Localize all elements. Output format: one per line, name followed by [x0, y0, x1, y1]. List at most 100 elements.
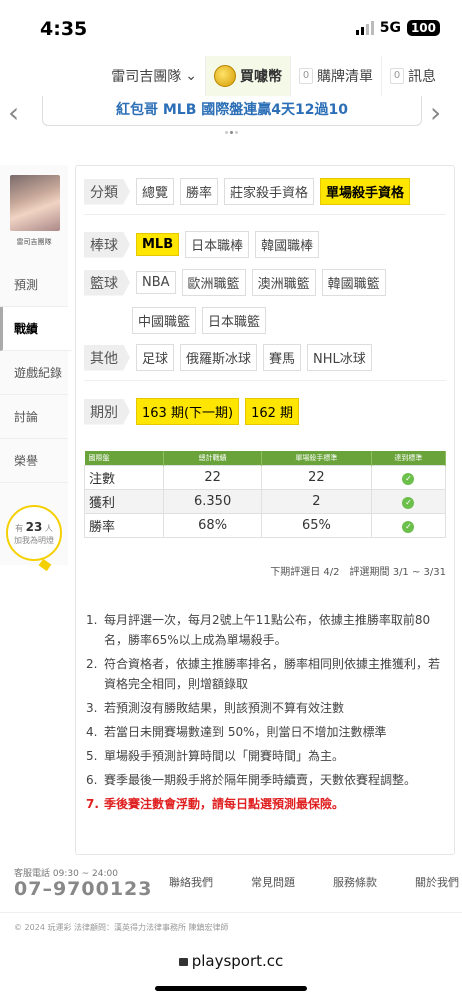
chevron-right-icon[interactable]: › — [430, 98, 450, 128]
filter-other: 其他 足球 俄羅斯冰球 賽馬 NHL冰球 — [84, 344, 372, 371]
home-indicator[interactable] — [155, 986, 307, 991]
list-item: 1. 每月評選一次，每月2號上午11點公布，依據主推勝率取前80名，勝率65%以上… — [86, 610, 448, 650]
sidebar-item-discussion[interactable]: 討論 — [0, 395, 68, 439]
sidebar-username: 雷司吉團隊 — [16, 238, 52, 246]
cart-count: 0 — [299, 68, 313, 84]
contact-link[interactable]: 聯絡我們 — [150, 874, 232, 890]
footer: 客服電話 09:30 ~ 24:00 07–9700123 聯絡我們 常見問題 … — [0, 862, 462, 912]
league-nba[interactable]: NBA — [136, 271, 176, 294]
col-header: 國際盤 — [84, 451, 165, 465]
about-link[interactable]: 關於我們 — [396, 874, 462, 890]
stats-table: 國際盤 總計戰績 單場殺手標準 達到標準 注數 22 22 ✓ 獲利 6.350… — [83, 451, 447, 538]
period-current[interactable]: 162 期 — [245, 398, 300, 425]
buy-coin-label: 買噱幣 — [240, 69, 282, 85]
rule-text: 若當日未開賽場數達到 50%，則當日不增加注數標準 — [104, 725, 387, 739]
col-header: 單場殺手標準 — [261, 451, 372, 465]
row-met: ✓ — [370, 512, 447, 538]
phone-number[interactable]: 07–9700123 — [14, 878, 152, 900]
carousel-dots — [225, 131, 238, 134]
banner-text[interactable]: 紅包哥 MLB 國際盤連贏4天12過10 — [42, 96, 422, 126]
url-text: playsport.cc — [191, 952, 284, 970]
team-label: 雷司吉團隊 — [111, 69, 182, 85]
signal-icon — [355, 21, 374, 35]
league-soccer[interactable]: 足球 — [136, 344, 175, 371]
list-item: 5. 單場殺手預測計算時間以「開賽時間」為主。 — [86, 746, 448, 766]
filter-basketball-2: 中國職籃 日本職籃 — [132, 307, 267, 334]
filter-label: 棒球 — [84, 231, 130, 258]
league-kor-basketball[interactable]: 韓國職籃 — [321, 269, 386, 296]
tab-winrate[interactable]: 勝率 — [180, 178, 219, 205]
league-aus-basketball[interactable]: 澳洲職籃 — [251, 269, 316, 296]
filter-label: 期別 — [84, 398, 130, 425]
filter-label: 其他 — [84, 344, 130, 371]
url-bar[interactable]: playsport.cc — [0, 952, 462, 970]
tab-single-killer[interactable]: 單場殺手資格 — [320, 178, 411, 205]
battery-icon: 100 — [406, 20, 440, 36]
league-npb[interactable]: 日本職棒 — [185, 231, 250, 258]
buy-coin-button[interactable]: 買噱幣 — [206, 56, 291, 96]
cart-label: 購牌清單 — [317, 69, 373, 85]
faq-link[interactable]: 常見問題 — [232, 874, 314, 890]
rule-text: 每月評選一次，每月2號上午11點公布，依據主推勝率取前80名，勝率65%以上成為… — [104, 613, 431, 647]
rule-text: 季後賽注數會浮動，請每日點選預測最保險。 — [104, 797, 345, 811]
filter-label: 籃球 — [84, 269, 130, 296]
tab-overview[interactable]: 總覽 — [136, 178, 175, 205]
row-name: 勝率 — [83, 512, 165, 538]
fans-prefix: 有 — [15, 524, 24, 533]
sidebar-item-game-log[interactable]: 遊戲紀錄 — [0, 351, 68, 395]
coin-icon — [214, 65, 236, 87]
list-item: 3. 若預測沒有勝敗結果，則該預測不算有效注數 — [86, 698, 448, 718]
list-item: 4. 若當日未開賽場數達到 50%，則當日不增加注數標準 — [86, 722, 448, 742]
check-icon: ✓ — [402, 472, 415, 485]
league-khl[interactable]: 俄羅斯冰球 — [180, 344, 258, 371]
table-row: 注數 22 22 ✓ — [83, 464, 447, 490]
tab-banker-killer[interactable]: 莊家殺手資格 — [224, 178, 315, 205]
cart-link[interactable]: 0 購牌清單 — [291, 56, 382, 96]
status-right: 5G 100 — [355, 20, 440, 36]
filter-category: 分類 總覽 勝率 莊家殺手資格 單場殺手資格 — [84, 178, 411, 205]
sidebar-item-honor[interactable]: 榮譽 — [0, 439, 68, 483]
league-horse-racing[interactable]: 賽馬 — [263, 344, 302, 371]
period-next[interactable]: 163 期(下一期) — [136, 398, 240, 425]
divider — [84, 214, 446, 215]
table-row: 獲利 6.350 2 ✓ — [83, 488, 447, 514]
league-nhl[interactable]: NHL冰球 — [307, 344, 372, 371]
row-met: ✓ — [370, 464, 447, 490]
terms-link[interactable]: 服務條款 — [314, 874, 396, 890]
row-standard: 2 — [260, 488, 372, 514]
chevron-left-icon[interactable]: ‹ — [8, 98, 28, 128]
row-standard: 22 — [260, 464, 372, 490]
team-link[interactable]: 雷司吉團隊 ⌄ — [103, 56, 206, 96]
league-kbo[interactable]: 韓國職棒 — [255, 231, 320, 258]
messages-label: 訊息 — [408, 69, 436, 85]
messages-link[interactable]: 0 訊息 — [382, 56, 444, 96]
period-info: 下期評選日 4/2 評選期間 3/1 ~ 3/31 — [270, 567, 446, 578]
fans-lightbulb[interactable]: 有 23 人 加我為明燈 — [6, 505, 62, 561]
filter-label: 分類 — [84, 178, 130, 205]
rule-text: 單場殺手預測計算時間以「開賽時間」為主。 — [104, 749, 345, 763]
col-header: 達到標準 — [371, 451, 447, 465]
list-item: 2. 符合資格者，依據主推勝率排名，勝率相同則依據主推獲利，若資格完全相同，則增額… — [86, 654, 448, 694]
league-jpn-basketball[interactable]: 日本職籃 — [202, 307, 267, 334]
list-item: 6. 賽季最後一期殺手將於隔年開季時續賣，天數依賽程調整。 — [86, 770, 448, 790]
footer-links: 聯絡我們 常見問題 服務條款 關於我們 — [150, 874, 462, 890]
league-mlb[interactable]: MLB — [136, 233, 180, 256]
status-time: 4:35 — [40, 18, 88, 40]
avatar[interactable] — [10, 175, 60, 231]
divider — [84, 380, 446, 381]
status-bar: 4:35 5G 100 — [0, 0, 462, 56]
rules-list: 1. 每月評選一次，每月2號上午11點公布，依據主推勝率取前80名，勝率65%以上… — [86, 610, 448, 818]
list-item: 7. 季後賽注數會浮動，請每日點選預測最保險。 — [86, 794, 448, 814]
league-euro-basketball[interactable]: 歐洲職籃 — [181, 269, 246, 296]
lock-icon — [178, 958, 188, 966]
league-cba[interactable]: 中國職籃 — [132, 307, 197, 334]
rule-text: 符合資格者，依據主推勝率排名，勝率相同則依據主推獲利，若資格完全相同，則增額錄取 — [104, 657, 441, 691]
divider — [0, 912, 462, 913]
caret-down-icon: ⌄ — [185, 68, 197, 84]
table-row: 勝率 68% 65% ✓ — [83, 512, 447, 538]
filter-baseball: 棒球 MLB 日本職棒 韓國職棒 — [84, 231, 320, 258]
fans-count: 23 — [25, 520, 43, 534]
sidebar-item-record[interactable]: 戰績 — [0, 307, 72, 351]
sidebar-item-predict[interactable]: 預測 — [0, 263, 68, 307]
msg-count: 0 — [390, 68, 404, 84]
